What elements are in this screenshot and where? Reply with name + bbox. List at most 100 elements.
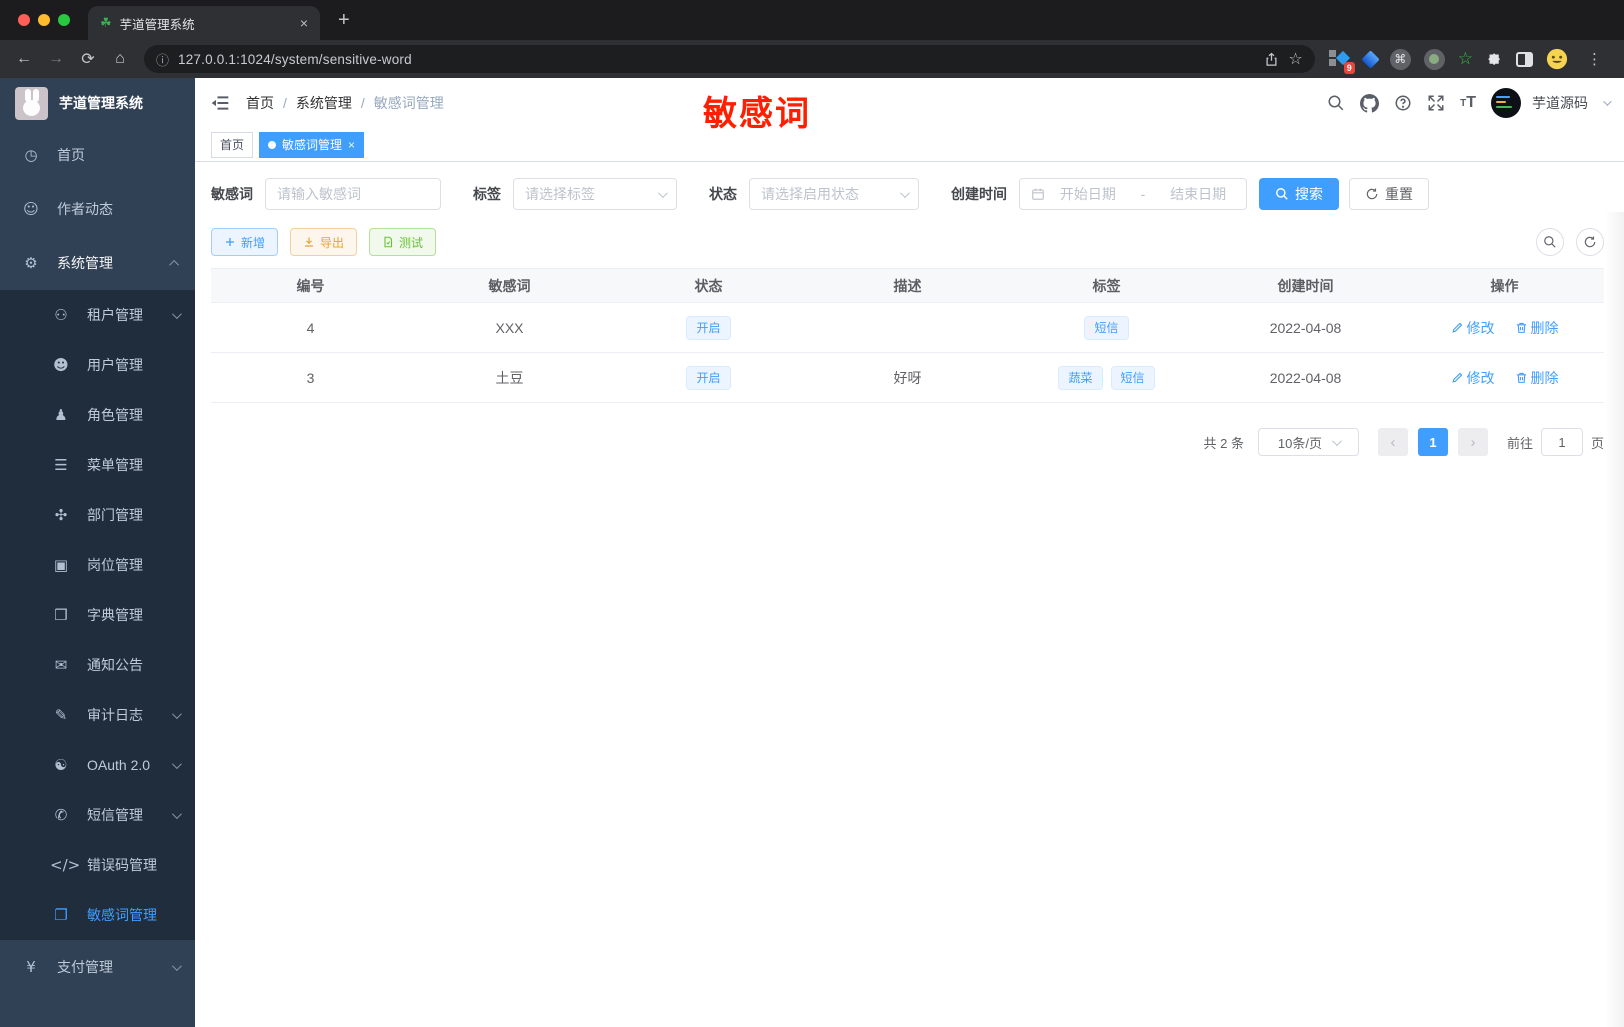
tenant-icon: ⚇ [54, 306, 68, 324]
user-avatar[interactable] [1491, 88, 1521, 118]
cell-create-time: 2022-04-08 [1269, 319, 1342, 336]
close-window-button[interactable] [18, 14, 30, 26]
current-page-button[interactable]: 1 [1417, 428, 1448, 456]
chevron-down-icon [171, 708, 182, 719]
page-size-select[interactable]: 10条/页 [1257, 428, 1359, 456]
header-search-icon[interactable] [1327, 94, 1345, 112]
edit-button[interactable]: 修改 [1451, 318, 1495, 338]
browser-tab[interactable]: ☘ 芋道管理系统 × [88, 6, 320, 40]
fullscreen-icon[interactable] [1427, 94, 1445, 112]
address-bar[interactable]: ⓘ 127.0.0.1:1024/system/sensitive-word ☆ [144, 45, 1315, 73]
tab-home[interactable]: 首页 [211, 131, 254, 158]
cell-word: XXX [495, 319, 524, 336]
status-select[interactable]: 请选择启用状态 [749, 178, 919, 210]
breadcrumb-home[interactable]: 首页 [246, 93, 274, 113]
chevron-down-icon [899, 187, 910, 198]
browser-menu-icon[interactable]: ⋮ [1581, 50, 1608, 68]
back-button[interactable]: ← [8, 50, 40, 68]
test-button[interactable]: 测试 [369, 228, 437, 256]
sidebar-item-role[interactable]: ♟ 角色管理 [0, 390, 195, 440]
new-tab-button[interactable]: + [338, 10, 350, 30]
sidebar-item-notice[interactable]: ✉ 通知公告 [0, 640, 195, 690]
date-range-picker[interactable]: 开始日期 - 结束日期 [1019, 178, 1247, 210]
extensions-puzzle-icon[interactable] [1486, 51, 1503, 68]
bookmark-star-icon[interactable]: ☆ [1288, 49, 1302, 69]
tags-view-bar: 首页 敏感词管理 × [195, 128, 1624, 162]
favicon: ☘ [100, 15, 112, 30]
extension-star-icon[interactable]: ☆ [1458, 49, 1473, 69]
minimize-window-button[interactable] [38, 14, 50, 26]
table-header-row: 编号 敏感词 状态 描述 标签 创建时间 操作 [211, 269, 1604, 303]
sidebar-item-label: 岗位管理 [87, 557, 143, 573]
keyword-input[interactable] [277, 186, 429, 202]
sidebar-item-home[interactable]: ◷ 首页 [0, 128, 195, 182]
sidebar-item-oauth2[interactable]: ☯ OAuth 2.0 [0, 740, 195, 790]
sidebar-item-sms[interactable]: ✆ 短信管理 [0, 790, 195, 840]
sidebar-item-audit-log[interactable]: ✎ 审计日志 [0, 690, 195, 740]
help-icon[interactable] [1394, 94, 1412, 112]
app-window: 芋道管理系统 ◷ 首页 ☺ 作者动态 ⚙ 系统管理 ⚇ 租户管理 ☻ 用户管理 ♟ 角色管理 ☰ 菜单管理… [0, 78, 1624, 1027]
sidebar-item-post[interactable]: ▣ 岗位管理 [0, 540, 195, 590]
home-button[interactable]: ⌂ [104, 50, 136, 68]
sidebar-item-error-code[interactable]: </> 错误码管理 [0, 840, 195, 890]
sidebar-item-menu[interactable]: ☰ 菜单管理 [0, 440, 195, 490]
sidebar-item-dict[interactable]: ❒ 字典管理 [0, 590, 195, 640]
refresh-icon-button[interactable] [1576, 228, 1604, 256]
sidebar-item-author-feed[interactable]: ☺ 作者动态 [0, 182, 195, 236]
extension-kite-icon[interactable] [1361, 49, 1380, 69]
extension-grid-icon[interactable]: 9 [1328, 49, 1355, 74]
extension-record-icon[interactable] [1423, 48, 1445, 70]
breadcrumb: 首页 / 系统管理 / 敏感词管理 [246, 93, 444, 113]
search-button[interactable]: 搜索 [1259, 178, 1339, 210]
next-page-button[interactable]: › [1457, 428, 1488, 456]
collapse-sidebar-icon[interactable] [210, 93, 230, 113]
tag-select[interactable]: 请选择标签 [513, 178, 677, 210]
reset-button[interactable]: 重置 [1349, 178, 1429, 210]
table-tools [1536, 228, 1604, 256]
zoom-window-button[interactable] [58, 14, 70, 26]
calendar-icon [1031, 187, 1045, 201]
sidebar-item-tenant[interactable]: ⚇ 租户管理 [0, 290, 195, 340]
prev-page-button[interactable]: ‹ [1377, 428, 1408, 456]
user-name[interactable]: 芋道源码 [1532, 93, 1588, 113]
sidebar-item-sensitive-word[interactable]: ❐ 敏感词管理 [0, 890, 195, 940]
sidebar-item-dept[interactable]: ✣ 部门管理 [0, 490, 195, 540]
tab-close-icon[interactable]: × [348, 138, 355, 152]
edit-button[interactable]: 修改 [1451, 368, 1495, 388]
sidebar-item-pay[interactable]: ¥ 支付管理 [0, 940, 195, 994]
show-search-icon-button[interactable] [1536, 228, 1564, 256]
column-header: 标签 [1092, 277, 1121, 294]
site-info-icon[interactable]: ⓘ [156, 50, 169, 69]
forward-button[interactable]: → [40, 50, 72, 68]
side-panel-icon[interactable] [1516, 51, 1533, 67]
extension-command-icon[interactable]: ⌘ [1389, 48, 1411, 70]
tab-close-icon[interactable]: × [300, 15, 308, 31]
column-header: 编号 [296, 277, 325, 294]
share-icon[interactable] [1264, 52, 1279, 67]
reload-button[interactable]: ⟳ [72, 49, 104, 69]
github-icon[interactable] [1360, 93, 1380, 113]
sidebar-item-label: 通知公告 [87, 657, 143, 673]
status-label: 状态 [709, 186, 737, 202]
delete-button[interactable]: 删除 [1515, 368, 1559, 388]
breadcrumb-current: 敏感词管理 [373, 95, 444, 111]
chevron-down-icon [171, 960, 182, 971]
sidebar-logo[interactable]: 芋道管理系统 [0, 78, 195, 128]
font-size-icon[interactable]: TT [1460, 94, 1476, 112]
sidebar-item-user[interactable]: ☻ 用户管理 [0, 340, 195, 390]
chevron-down-icon[interactable] [1603, 97, 1612, 106]
delete-button[interactable]: 删除 [1515, 318, 1559, 338]
audit-icon: ✎ [54, 706, 68, 724]
sidebar-item-system[interactable]: ⚙ 系统管理 [0, 236, 195, 290]
export-button[interactable]: 导出 [290, 228, 358, 256]
goto-page-input[interactable] [1540, 428, 1583, 456]
cell-actions: 修改 删除 [1405, 368, 1604, 388]
cell-actions: 修改 删除 [1405, 318, 1604, 338]
breadcrumb-system[interactable]: 系统管理 [296, 93, 352, 113]
tab-sensitive-word[interactable]: 敏感词管理 × [259, 131, 365, 158]
active-tab-dot [268, 140, 277, 149]
cell-word: 土豆 [495, 369, 524, 386]
add-button[interactable]: 新增 [211, 228, 279, 256]
profile-avatar-icon[interactable] [1546, 48, 1568, 70]
gear-icon: ⚙ [24, 254, 38, 272]
